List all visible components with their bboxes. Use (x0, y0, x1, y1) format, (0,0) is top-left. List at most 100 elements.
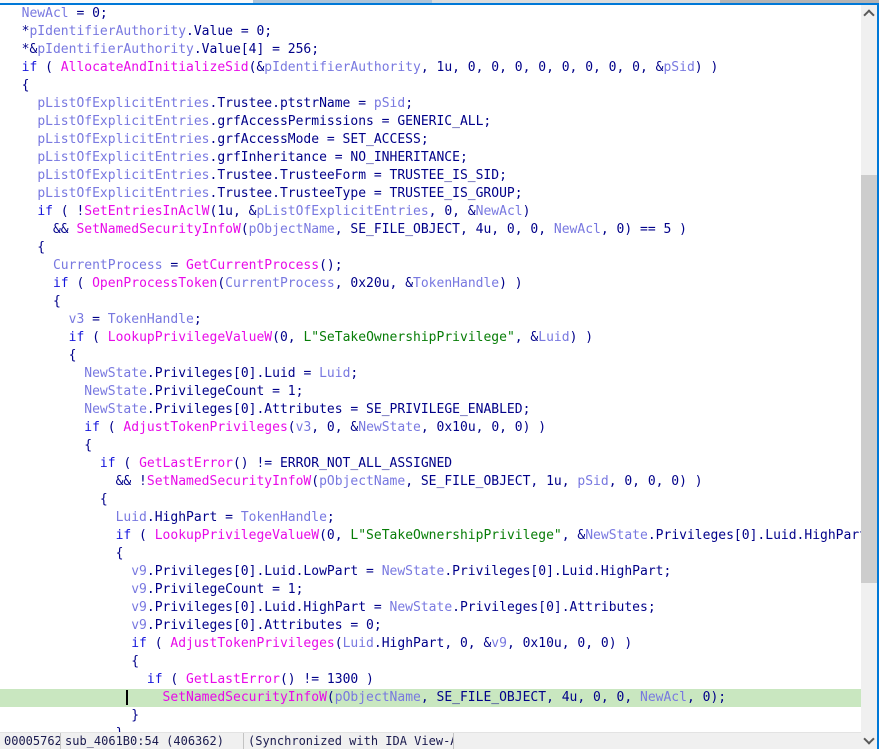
code-line[interactable]: NewState.Privileges[0].Attributes = SE_P… (0, 401, 861, 419)
code-line[interactable]: if ( AdjustTokenPrivileges(v3, 0, &NewSt… (0, 419, 861, 437)
scroll-up-button[interactable] (861, 5, 877, 21)
code-token: ( (327, 690, 335, 705)
status-sync-indicator: (Synchronized with IDA View-A) (244, 733, 454, 749)
scroll-down-button[interactable] (861, 732, 877, 748)
code-line[interactable]: if ( AdjustTokenPrivileges(Luid.HighPart… (0, 635, 861, 653)
code-token (6, 564, 131, 579)
code-line[interactable]: pListOfExplicitEntries.grfAccessPermissi… (0, 113, 861, 131)
code-token: .grfAccessMode = SET_ACCESS; (210, 132, 429, 147)
code-token: * (6, 24, 29, 39)
text-caret (126, 690, 128, 705)
code-line[interactable]: *&pIdentifierAuthority.Value[4] = 256; (0, 41, 861, 59)
code-token: NewState (585, 528, 648, 543)
code-line[interactable]: && SetNamedSecurityInfoW(pObjectName, SE… (0, 221, 861, 239)
code-token: , 0x10u, 0, 0) ) (507, 636, 632, 651)
code-line[interactable]: if ( LookupPrivilegeValueW(0, L"SeTakeOw… (0, 329, 861, 347)
highlighted-code-line[interactable]: SetNamedSecurityInfoW(pObjectName, SE_FI… (0, 689, 861, 707)
pseudocode-pane: NewAcl = 0; *pIdentifierAuthority.Value … (0, 0, 879, 749)
code-editor[interactable]: NewAcl = 0; *pIdentifierAuthority.Value … (0, 5, 861, 732)
code-token: ( (311, 474, 319, 489)
code-line[interactable]: CurrentProcess = GetCurrentProcess(); (0, 257, 861, 275)
code-token (6, 690, 163, 705)
code-line[interactable]: } (0, 707, 861, 725)
code-line[interactable]: pListOfExplicitEntries.Trustee.TrusteeTy… (0, 185, 861, 203)
code-line[interactable]: v9.PrivilegeCount = 1; (0, 581, 861, 599)
code-line[interactable]: { (0, 491, 861, 509)
code-token: L"SeTakeOwnershipPrivilege" (350, 528, 561, 543)
code-token: ( (116, 456, 139, 471)
code-token: if (116, 528, 132, 543)
code-token: .PrivilegeCount = 1; (147, 582, 304, 597)
code-line[interactable]: v9.Privileges[0].Luid.LowPart = NewState… (0, 563, 861, 581)
code-line[interactable]: && !SetNamedSecurityInfoW(pObjectName, S… (0, 473, 861, 491)
code-token: .Privileges[0].Attributes = 0; (147, 618, 382, 633)
code-token (6, 6, 22, 21)
code-line[interactable]: if ( OpenProcessToken(CurrentProcess, 0x… (0, 275, 861, 293)
code-line[interactable]: if ( GetLastError() != 1300 ) (0, 671, 861, 689)
code-token: pListOfExplicitEntries (256, 204, 428, 219)
code-token: () != 1300 ) (280, 672, 374, 687)
code-token: NewState (358, 420, 421, 435)
code-token: NewState (84, 384, 147, 399)
code-token (6, 60, 22, 75)
code-token: pObjectName (335, 690, 421, 705)
code-token: ) ) (695, 60, 718, 75)
code-token: GetLastError (186, 672, 280, 687)
vertical-scrollbar[interactable] (861, 5, 877, 749)
code-token: ; (327, 510, 335, 525)
code-token: L"SeTakeOwnershipPrivilege" (303, 330, 514, 345)
code-token: CurrentProcess (53, 258, 163, 273)
code-line[interactable]: NewAcl = 0; (0, 5, 861, 23)
code-line[interactable]: if ( AllocateAndInitializeSid(&pIdentifi… (0, 59, 861, 77)
code-line[interactable]: if ( !SetEntriesInAclW(1u, &pListOfExpli… (0, 203, 861, 221)
code-token: = (84, 312, 107, 327)
code-line[interactable]: { (0, 239, 861, 257)
code-line[interactable]: pListOfExplicitEntries.Trustee.ptstrName… (0, 95, 861, 113)
code-line[interactable]: { (0, 77, 861, 95)
code-line[interactable]: NewState.Privileges[0].Luid = Luid; (0, 365, 861, 383)
code-token: , 0, 0, 0) ) (609, 474, 703, 489)
code-line[interactable]: } (0, 725, 861, 732)
code-token: if (69, 330, 85, 345)
code-token: = (163, 258, 186, 273)
code-token: SetNamedSecurityInfoW (76, 222, 240, 237)
code-line[interactable]: v9.Privileges[0].Luid.HighPart = NewStat… (0, 599, 861, 617)
code-line[interactable]: pListOfExplicitEntries.grfInheritance = … (0, 149, 861, 167)
code-line[interactable]: { (0, 437, 861, 455)
code-token: ( (37, 60, 60, 75)
code-line[interactable]: Luid.HighPart = TokenHandle; (0, 509, 861, 527)
code-token: NewAcl (554, 222, 601, 237)
code-token (6, 312, 69, 327)
code-token: AllocateAndInitializeSid (61, 60, 249, 75)
code-token: if (131, 636, 147, 651)
code-token: pObjectName (249, 222, 335, 237)
code-token: TokenHandle (108, 312, 194, 327)
code-token: = 0; (69, 6, 108, 21)
code-token: .grfAccessPermissions = GENERIC_ALL; (210, 114, 492, 129)
code-line[interactable]: if ( GetLastError() != ERROR_NOT_ALL_ASS… (0, 455, 861, 473)
code-token (6, 186, 37, 201)
code-token: .Value[4] = 256; (194, 42, 319, 57)
code-line[interactable]: NewState.PrivilegeCount = 1; (0, 383, 861, 401)
code-token (6, 402, 84, 417)
code-token (6, 114, 37, 129)
code-token: .Privileges[0].Attributes; (452, 600, 656, 615)
code-token: pSid (663, 60, 694, 75)
code-token: NewState (84, 366, 147, 381)
code-token: pSid (577, 474, 608, 489)
code-line[interactable]: v9.Privileges[0].Attributes = 0; (0, 617, 861, 635)
code-line[interactable]: v3 = TokenHandle; (0, 311, 861, 329)
code-token (6, 420, 84, 435)
code-line[interactable]: { (0, 347, 861, 365)
code-line[interactable]: pListOfExplicitEntries.grfAccessMode = S… (0, 131, 861, 149)
code-line[interactable]: { (0, 545, 861, 563)
code-line[interactable]: if ( LookupPrivilegeValueW(0, L"SeTakeOw… (0, 527, 861, 545)
code-line[interactable]: { (0, 653, 861, 671)
code-line[interactable]: pListOfExplicitEntries.Trustee.TrusteeFo… (0, 167, 861, 185)
code-token: LookupPrivilegeValueW (108, 330, 272, 345)
code-token: SetNamedSecurityInfoW (147, 474, 311, 489)
code-line[interactable]: *pIdentifierAuthority.Value = 0; (0, 23, 861, 41)
scrollbar-thumb[interactable] (861, 175, 877, 583)
code-line[interactable]: { (0, 293, 861, 311)
code-token: .Privileges[0].Luid.LowPart = (147, 564, 382, 579)
